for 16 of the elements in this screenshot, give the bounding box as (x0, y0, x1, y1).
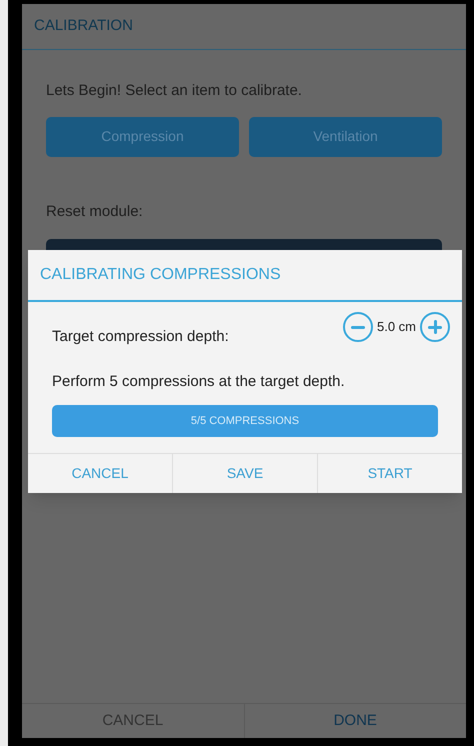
instruction-text: Perform 5 compressions at the target depth. (51, 372, 346, 392)
calibration-option-button[interactable]: Ventilation (249, 116, 442, 156)
dialog-title: CALIBRATING COMPRESSIONS (40, 265, 281, 285)
prompt-text: Lets Begin! Select an item to calibrate. (46, 81, 303, 101)
screen-title: CALIBRATION (34, 16, 133, 36)
plus-icon[interactable] (420, 312, 450, 342)
dialog-button[interactable]: START (318, 454, 462, 493)
depth-value: 5.0 cm (376, 318, 416, 336)
dialog-button[interactable]: SAVE (173, 454, 318, 493)
reset-label: Reset module: (46, 202, 144, 222)
minus-icon[interactable] (342, 312, 373, 342)
progress-label: 5/5 COMPRESSIONS (190, 414, 300, 429)
dialog-button[interactable]: CANCEL (28, 454, 173, 493)
calibration-option-button[interactable]: Compression (46, 116, 239, 156)
footer-button[interactable]: DONE (244, 704, 466, 738)
depth-label: Target compression depth: (52, 327, 229, 347)
